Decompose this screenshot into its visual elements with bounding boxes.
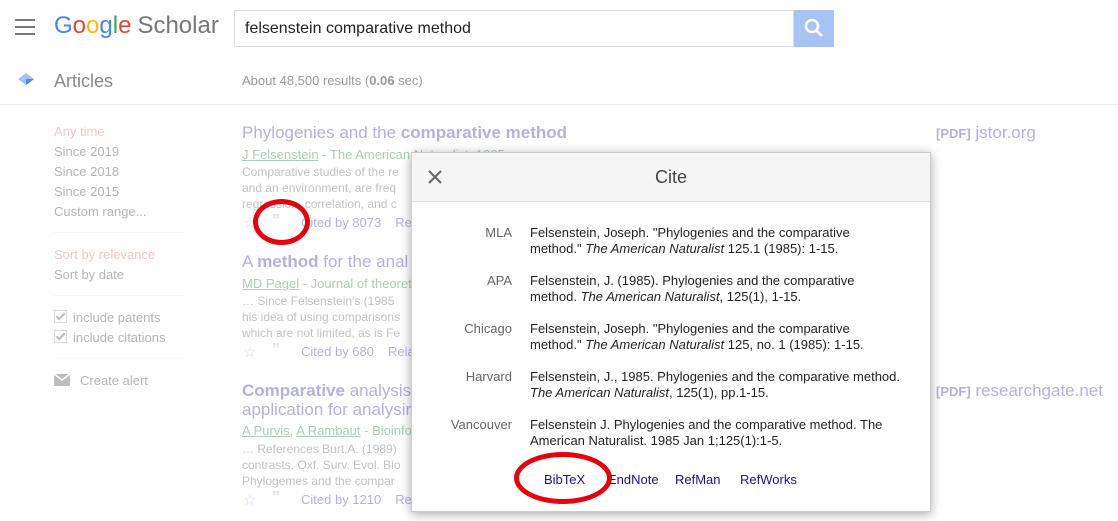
citation-text-post: 125, no. 1 (1985): 1-15.: [724, 337, 864, 352]
logo-letter: o: [86, 12, 100, 39]
citation-text[interactable]: Felsenstein, J., 1985. Phylogenies and t…: [530, 369, 900, 401]
export-refworks-link[interactable]: RefWorks: [740, 472, 797, 487]
citation-text[interactable]: Felsenstein, Joseph. "Phylogenies and th…: [530, 225, 900, 257]
result-stats-suffix: sec): [394, 73, 423, 88]
citation-style-label: Vancouver: [450, 417, 512, 432]
citation-journal: The American Naturalist: [585, 337, 725, 352]
citation-text-post: , 125(1), 1-15.: [719, 289, 802, 304]
citation-text[interactable]: Felsenstein J. Phylogenies and the compa…: [530, 417, 900, 449]
section-label[interactable]: Articles: [54, 71, 113, 92]
citation-text[interactable]: Felsenstein, Joseph. "Phylogenies and th…: [530, 321, 900, 353]
citation-style-label: Chicago: [464, 321, 512, 336]
citation-journal: The American Naturalist: [530, 385, 669, 400]
menu-icon[interactable]: [15, 19, 35, 35]
dialog-title: Cite: [654, 167, 687, 187]
citation-style-label: Harvard: [465, 369, 512, 384]
citation-text-pre: Felsenstein, J., 1985. Phylogenies and t…: [530, 369, 900, 384]
logo-letter: G: [54, 12, 73, 39]
citation-text-post: 125.1 (1985): 1-15.: [724, 241, 839, 256]
search-input[interactable]: felsenstein comparative method: [234, 10, 794, 47]
cite-dialog: Cite MLA Felsenstein, Joseph. "Phylogeni…: [411, 152, 931, 512]
logo-letter: g: [99, 12, 113, 39]
citation-text-post: , 125(1), pp.1-15.: [668, 385, 769, 400]
citation-text-pre: Felsenstein J. Phylogenies and the compa…: [530, 417, 883, 448]
citation-journal: The American Naturalist: [580, 289, 720, 304]
result-stats-time: 0.06: [369, 73, 395, 88]
articles-icon: [18, 73, 34, 85]
result-stats: About 48,500 results (0.06 sec): [242, 73, 423, 88]
citation-journal: The American Naturalist: [585, 241, 725, 256]
dialog-header: Cite: [412, 153, 930, 202]
annotation-circle: [253, 199, 310, 245]
google-scholar-logo[interactable]: Google Scholar: [54, 12, 219, 40]
result-stats-prefix: About 48,500 results (: [242, 73, 370, 88]
search-icon: [804, 18, 823, 37]
logo-suffix: Scholar: [137, 12, 219, 39]
citation-text[interactable]: Felsenstein, J. (1985). Phylogenies and …: [530, 273, 900, 305]
logo-letter: e: [118, 12, 132, 39]
search-button[interactable]: [794, 10, 834, 47]
citation-style-label: APA: [486, 273, 512, 288]
export-refman-link[interactable]: RefMan: [675, 472, 721, 487]
annotation-circle: [514, 452, 612, 504]
export-endnote-link[interactable]: EndNote: [608, 472, 659, 487]
citation-style-label: MLA: [485, 225, 512, 240]
logo-letter: o: [72, 12, 87, 39]
